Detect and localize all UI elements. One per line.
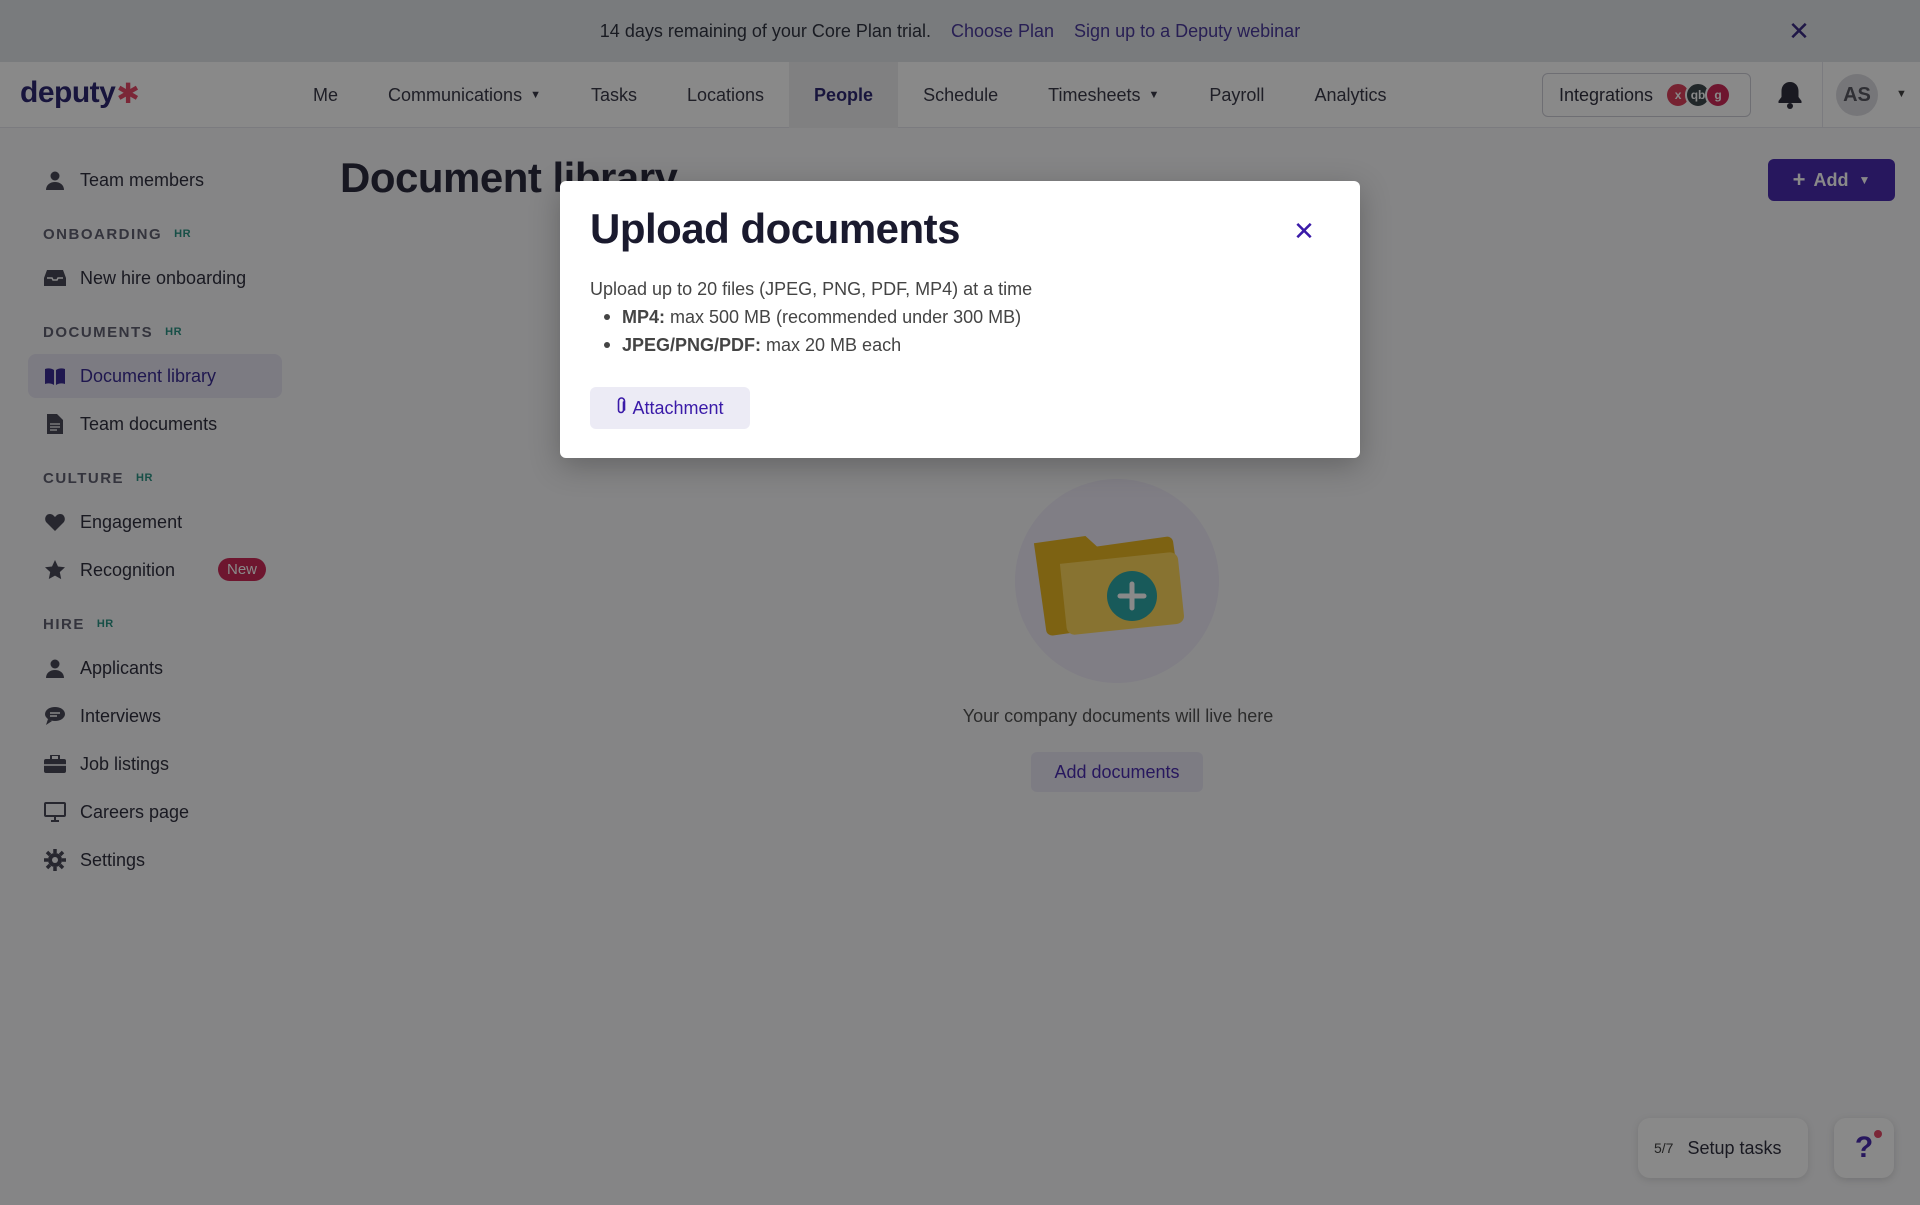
list-item: JPEG/PNG/PDF: max 20 MB each: [604, 331, 1032, 359]
attachment-label: Attachment: [632, 397, 724, 418]
limit-type: JPEG/PNG/PDF:: [622, 335, 762, 355]
limit-type: MP4:: [622, 307, 666, 327]
paperclip-icon: [616, 396, 626, 420]
limit-text: max 500 MB (recommended under 300 MB): [670, 307, 1022, 327]
modal-close-icon[interactable]: ✕: [1288, 215, 1320, 247]
upload-instructions: Upload up to 20 files (JPEG, PNG, PDF, M…: [590, 279, 1033, 299]
attachment-button[interactable]: Attachment: [590, 387, 750, 429]
modal-description: Upload up to 20 files (JPEG, PNG, PDF, M…: [590, 275, 1032, 359]
limit-text: max 20 MB each: [766, 335, 902, 355]
upload-documents-modal: Upload documents ✕ Upload up to 20 files…: [560, 181, 1360, 458]
bullet-icon: [604, 314, 610, 320]
file-limits-list: MP4: max 500 MB (recommended under 300 M…: [604, 303, 1032, 359]
modal-title: Upload documents: [590, 205, 961, 252]
list-item: MP4: max 500 MB (recommended under 300 M…: [604, 303, 1032, 331]
bullet-icon: [604, 342, 610, 348]
